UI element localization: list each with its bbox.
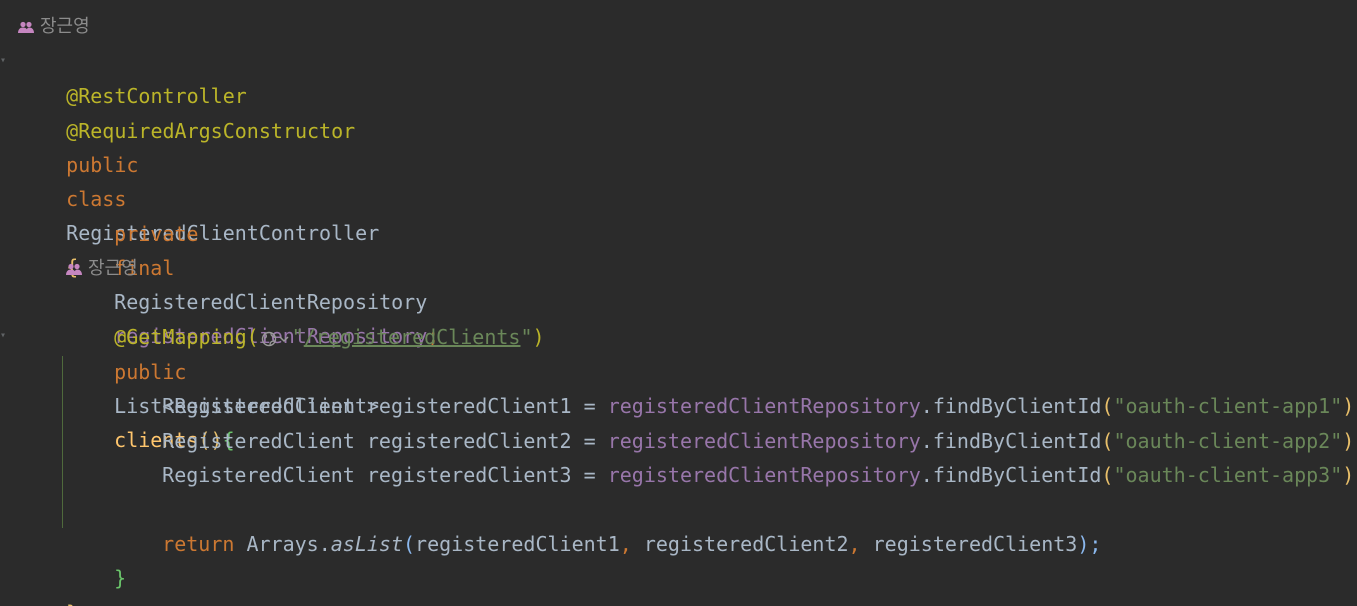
people-icon <box>18 21 34 33</box>
statement-line: RegisteredClient registeredClient3 = reg… <box>114 424 1357 487</box>
method-declaration: public List<RegisteredClient> clients(){ <box>66 321 379 452</box>
statement-line: RegisteredClient registeredClient1 = reg… <box>114 355 1357 418</box>
return-arg: registeredClient3 <box>860 532 1078 556</box>
author-name: 장근영 <box>88 258 138 279</box>
code-editor[interactable]: 장근영 ▾ @RestController @RequiredArgsConst… <box>0 0 1357 606</box>
statement-line: RegisteredClient registeredClient2 = reg… <box>114 390 1357 453</box>
author-hint[interactable]: 장근영 <box>18 10 90 44</box>
comma: , <box>619 532 632 556</box>
paren-open: ( <box>1101 463 1114 487</box>
field-declaration: private final RegisteredClientRepository… <box>66 183 439 348</box>
code-line: @RestController <box>18 45 247 108</box>
return-close: ); <box>1077 532 1102 556</box>
code-line: } <box>66 527 126 590</box>
string-arg: "oauth-client-app3" <box>1113 463 1343 487</box>
arrays-class: Arrays. <box>234 532 331 556</box>
repository-ref: registeredClientRepository <box>607 463 921 487</box>
code-line: } <box>18 562 78 606</box>
aslist-call: asList <box>330 532 403 556</box>
url-quote-close: " <box>520 325 533 349</box>
method-close-brace: } <box>114 566 127 590</box>
return-arg: registeredClient2 <box>631 532 849 556</box>
people-icon <box>66 263 82 275</box>
annotation-close-paren: ) <box>532 325 545 349</box>
keyword-return: return <box>162 532 235 556</box>
paren-close: ) <box>1342 463 1355 487</box>
indent-guide <box>62 356 63 528</box>
class-declaration: public class RegisteredClientController … <box>18 114 379 279</box>
find-call: .findByClientId <box>920 463 1102 487</box>
return-statement: return Arrays.asList(registeredClient1, … <box>114 493 1101 556</box>
author-hint[interactable]: 장근영 <box>66 252 138 286</box>
comma: , <box>848 532 861 556</box>
author-name: 장근영 <box>40 16 90 37</box>
code-line: @RequiredArgsConstructor <box>18 80 355 143</box>
fold-marker[interactable]: ▾ <box>0 330 6 341</box>
keyword-private: private <box>114 222 199 246</box>
paren-open: ( <box>403 532 416 556</box>
fold-marker[interactable]: ▾ <box>0 55 6 66</box>
return-arg: registeredClient1 <box>415 532 620 556</box>
code-line: @GetMapping("/registeredClients") <box>66 286 544 349</box>
class-close-brace: } <box>66 601 78 606</box>
keyword-public: public <box>66 153 139 177</box>
statement-declaration: RegisteredClient registeredClient3 = <box>162 463 608 487</box>
